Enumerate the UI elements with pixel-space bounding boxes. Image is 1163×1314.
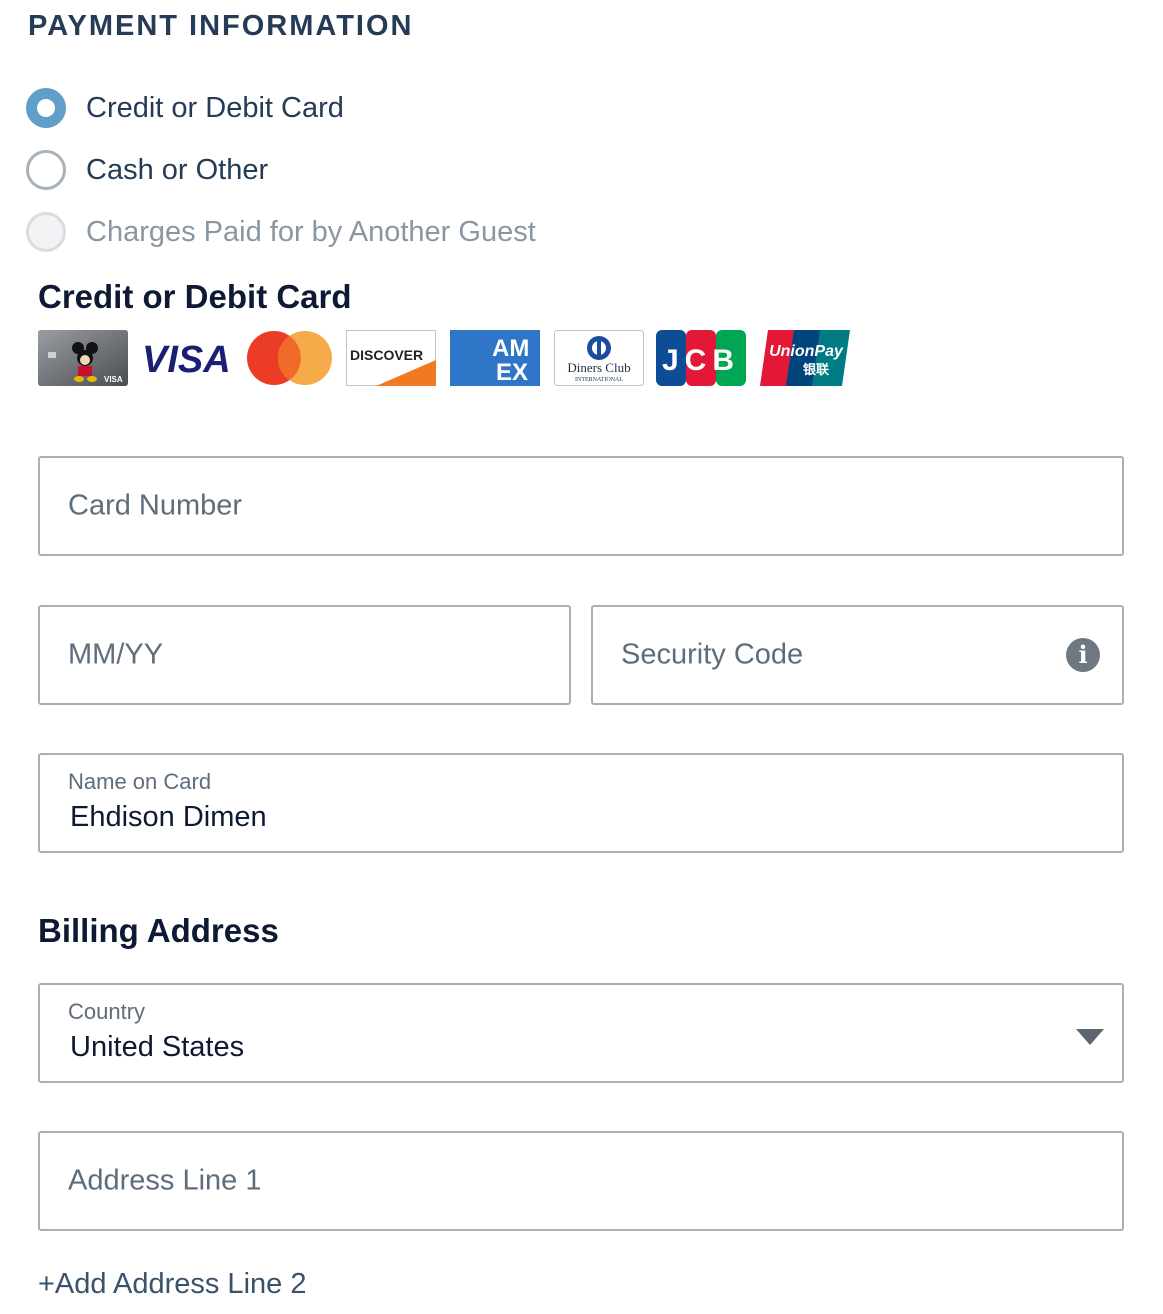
radio-another-guest: Charges Paid for by Another Guest (26, 212, 536, 252)
visa-logo: VISA (142, 339, 231, 381)
radio-label-another-guest: Charges Paid for by Another Guest (86, 215, 536, 248)
discover-text: DISCOVER (350, 347, 423, 363)
address-line-1-placeholder: Address Line 1 (68, 1164, 262, 1197)
info-icon[interactable]: i (1066, 638, 1100, 672)
radio-unchecked-icon[interactable] (26, 150, 66, 190)
billing-address-title: Billing Address (38, 912, 279, 949)
radio-disabled-icon (26, 212, 66, 252)
visa-text: VISA (142, 339, 231, 381)
discover-logo: DISCOVER (346, 330, 436, 386)
card-section-title: Credit or Debit Card (38, 278, 352, 315)
unionpay-logo: UnionPay 银联 (760, 330, 850, 386)
jcb-logo: JCB (656, 330, 746, 386)
jcb-text: JCB (662, 344, 740, 377)
page-title: PAYMENT INFORMATION (28, 10, 414, 42)
radio-credit-card[interactable]: Credit or Debit Card (26, 88, 344, 128)
address-line-1-input[interactable]: Address Line 1 (38, 1131, 1124, 1231)
chevron-down-icon[interactable] (1076, 1029, 1104, 1045)
card-number-input[interactable]: Card Number (38, 456, 1124, 556)
diners-text: Diners Club (567, 360, 630, 375)
amex-logo: AM EX (450, 330, 540, 386)
country-label: Country (68, 999, 146, 1024)
diners-sub-text: INTERNATIONAL (575, 377, 623, 383)
amex-text-top: AM (492, 335, 529, 362)
country-value: United States (70, 1031, 245, 1063)
name-on-card-input[interactable]: Name on Card Ehdison Dimen (38, 753, 1124, 853)
radio-checked-icon[interactable] (26, 88, 66, 128)
radio-label-cash-other: Cash or Other (86, 153, 269, 186)
security-code-placeholder: Security Code (621, 638, 804, 671)
add-address-line-2-link[interactable]: +Add Address Line 2 (38, 1268, 306, 1301)
disney-visa-text: VISA (104, 375, 123, 384)
country-select[interactable]: Country United States (38, 983, 1124, 1083)
amex-text-bottom: EX (496, 359, 528, 386)
name-on-card-value: Ehdison Dimen (70, 801, 267, 833)
expiry-input[interactable]: MM/YY (38, 605, 571, 705)
diners-club-logo: Diners Club INTERNATIONAL (554, 330, 644, 386)
name-on-card-label: Name on Card (68, 769, 212, 794)
radio-cash-other[interactable]: Cash or Other (26, 150, 268, 190)
card-logos: VISA VISA DISCOVER AM EX Diners Club INT… (38, 330, 858, 386)
expiry-placeholder: MM/YY (68, 638, 164, 671)
unionpay-cn-text: 银联 (803, 362, 829, 378)
card-number-placeholder: Card Number (68, 489, 243, 522)
unionpay-text: UnionPay (769, 343, 844, 360)
mastercard-logo (247, 331, 332, 385)
radio-label-credit-card: Credit or Debit Card (86, 91, 344, 124)
disney-visa-card-logo: VISA (38, 330, 128, 386)
security-code-input[interactable]: Security Code i (591, 605, 1124, 705)
